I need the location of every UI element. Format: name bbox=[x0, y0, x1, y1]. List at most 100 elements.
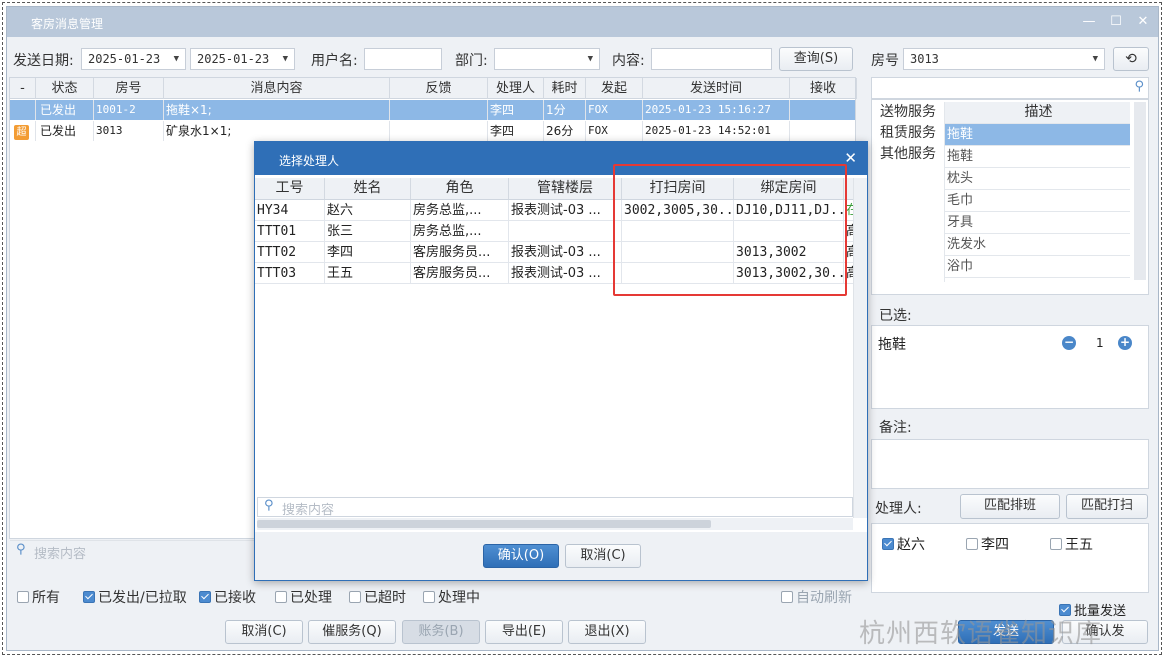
history-icon[interactable]: ⟲ bbox=[1113, 47, 1149, 71]
scrollbar[interactable] bbox=[1134, 102, 1146, 280]
match-clean-button[interactable]: 匹配打扫 bbox=[1066, 494, 1148, 519]
username-label: 用户名: bbox=[311, 53, 358, 69]
filter-received[interactable]: 已接收 bbox=[199, 587, 256, 607]
row-id: HY34 bbox=[255, 200, 325, 221]
checkbox[interactable] bbox=[882, 538, 894, 550]
match-shift-button[interactable]: 匹配排班 bbox=[960, 494, 1060, 519]
chevron-down-icon: ▼ bbox=[282, 54, 288, 64]
plus-icon[interactable]: + bbox=[1118, 336, 1132, 350]
col-header[interactable]: 角色 bbox=[411, 178, 509, 199]
col-header[interactable]: 姓名 bbox=[325, 178, 411, 199]
handler-option[interactable]: 王五 bbox=[1050, 534, 1093, 554]
checkbox[interactable] bbox=[17, 591, 29, 603]
cancel-button[interactable]: 取消(C) bbox=[565, 544, 641, 568]
item-row[interactable]: 牙具 bbox=[945, 212, 1130, 234]
dept-label: 部门: bbox=[455, 53, 488, 69]
col-header[interactable]: 消息内容 bbox=[164, 78, 390, 99]
item-row[interactable]: 拖鞋 bbox=[945, 146, 1130, 168]
service-type-item[interactable]: 送物服务 bbox=[880, 102, 944, 123]
service-type-item[interactable]: 其他服务 bbox=[880, 144, 944, 165]
item-row[interactable]: 毛巾 bbox=[945, 190, 1130, 212]
checkbox[interactable] bbox=[781, 591, 793, 603]
col-header[interactable]: - bbox=[10, 78, 36, 99]
item-desc-table: 描述 拖鞋 拖鞋 枕头 毛巾 牙具 洗发水 浴巾 bbox=[944, 102, 1130, 282]
row-name: 李四 bbox=[325, 242, 411, 263]
col-header[interactable]: 耗时 bbox=[544, 78, 586, 99]
row-duration: 26分 bbox=[544, 121, 586, 141]
urge-service-button[interactable]: 催服务(Q) bbox=[308, 620, 396, 644]
selected-label: 已选: bbox=[879, 308, 912, 324]
minimize-icon[interactable]: — bbox=[1079, 13, 1099, 31]
handler-option[interactable]: 赵六 bbox=[882, 534, 925, 554]
table-row[interactable]: 超 已发出 3013 矿泉水1×1; 李四 26分 FOX 2025-01-23… bbox=[10, 121, 855, 141]
checkbox[interactable] bbox=[1050, 538, 1062, 550]
col-header[interactable]: 发起 bbox=[586, 78, 643, 99]
col-header[interactable]: 处理人 bbox=[488, 78, 544, 99]
col-header[interactable]: 管辖楼层 bbox=[509, 178, 622, 199]
row-role: 客房服务员... bbox=[411, 263, 509, 284]
row-role: 房务总监,... bbox=[411, 221, 509, 242]
selected-qty: 1 bbox=[1096, 336, 1104, 350]
row-status: 已发出 bbox=[36, 100, 94, 120]
remark-input[interactable] bbox=[871, 439, 1149, 489]
table-row[interactable]: 已发出 1001-2 拖鞋×1; 李四 1分 FOX 2025-01-23 15… bbox=[10, 100, 855, 120]
col-header[interactable]: 反馈 bbox=[390, 78, 488, 99]
horizontal-scrollbar[interactable] bbox=[257, 518, 853, 530]
col-header[interactable]: 状态 bbox=[36, 78, 94, 99]
checkbox[interactable] bbox=[83, 591, 95, 603]
date-from-select[interactable]: 2025-01-23 ▼ bbox=[81, 48, 186, 70]
handler-label: 处理人: bbox=[875, 501, 922, 517]
filter-timeout[interactable]: 已超时 bbox=[349, 587, 406, 607]
overtime-badge: 超 bbox=[14, 125, 29, 140]
content-input[interactable] bbox=[651, 48, 772, 70]
item-row[interactable]: 洗发水 bbox=[945, 234, 1130, 256]
username-input[interactable] bbox=[364, 48, 442, 70]
row-flag: 超 bbox=[10, 121, 36, 141]
selected-item-name: 拖鞋 bbox=[878, 337, 906, 353]
handler-options: 赵六 李四 王五 bbox=[871, 523, 1149, 593]
minus-icon[interactable]: − bbox=[1062, 336, 1076, 350]
room-select[interactable]: 3013 ▼ bbox=[903, 48, 1105, 70]
filter-all[interactable]: 所有 bbox=[17, 587, 60, 607]
auto-refresh-toggle[interactable]: 自动刷新 bbox=[781, 587, 852, 607]
item-row[interactable]: 枕头 bbox=[945, 168, 1130, 190]
cancel-button[interactable]: 取消(C) bbox=[225, 620, 303, 644]
col-header[interactable]: 发送时间 bbox=[643, 78, 790, 99]
export-button[interactable]: 导出(E) bbox=[485, 620, 563, 644]
checkbox[interactable] bbox=[199, 591, 211, 603]
col-header[interactable]: 工号 bbox=[255, 178, 325, 199]
item-search-input[interactable]: ⚲ bbox=[871, 77, 1149, 99]
search-icon: ⚲ bbox=[1134, 79, 1144, 94]
checkbox[interactable] bbox=[423, 591, 435, 603]
item-row[interactable]: 浴巾 bbox=[945, 256, 1130, 278]
service-type-item[interactable]: 租赁服务 bbox=[880, 123, 944, 144]
checkbox[interactable] bbox=[275, 591, 287, 603]
handler-option[interactable]: 李四 bbox=[966, 534, 1009, 554]
checkbox[interactable] bbox=[966, 538, 978, 550]
window-title: 客房消息管理 bbox=[31, 17, 104, 31]
scrollbar[interactable] bbox=[853, 178, 867, 518]
query-button[interactable]: 查询(S) bbox=[779, 47, 853, 71]
filter-processed[interactable]: 已处理 bbox=[275, 587, 332, 607]
billing-button[interactable]: 账务(B) bbox=[402, 620, 480, 644]
send-date-label: 发送日期: bbox=[13, 53, 74, 69]
chevron-down-icon: ▼ bbox=[173, 54, 179, 64]
row-floor: 报表测试-03 ... bbox=[509, 263, 622, 284]
exit-button[interactable]: 退出(X) bbox=[568, 620, 646, 644]
date-from-value: 2025-01-23 bbox=[88, 52, 161, 66]
message-search[interactable]: ⚲ 搜索内容 bbox=[10, 540, 260, 562]
checkbox[interactable] bbox=[349, 591, 361, 603]
filter-processing[interactable]: 处理中 bbox=[423, 587, 480, 607]
remark-label: 备注: bbox=[879, 420, 912, 436]
confirm-button[interactable]: 确认(O) bbox=[483, 544, 559, 568]
dialog-search-input[interactable]: ⚲ 搜索内容 bbox=[257, 497, 853, 518]
maximize-icon[interactable]: ☐ bbox=[1106, 13, 1126, 31]
item-row[interactable]: 拖鞋 bbox=[945, 124, 1130, 146]
close-icon[interactable]: ✕ bbox=[1133, 13, 1153, 31]
filter-sent[interactable]: 已发出/已拉取 bbox=[83, 587, 187, 607]
col-header[interactable]: 房号 bbox=[94, 78, 164, 99]
col-header[interactable]: 接收 bbox=[790, 78, 857, 99]
dept-select[interactable]: ▼ bbox=[494, 48, 600, 70]
date-to-select[interactable]: 2025-01-23 ▼ bbox=[190, 48, 295, 70]
row-room: 1001-2 bbox=[94, 100, 164, 120]
